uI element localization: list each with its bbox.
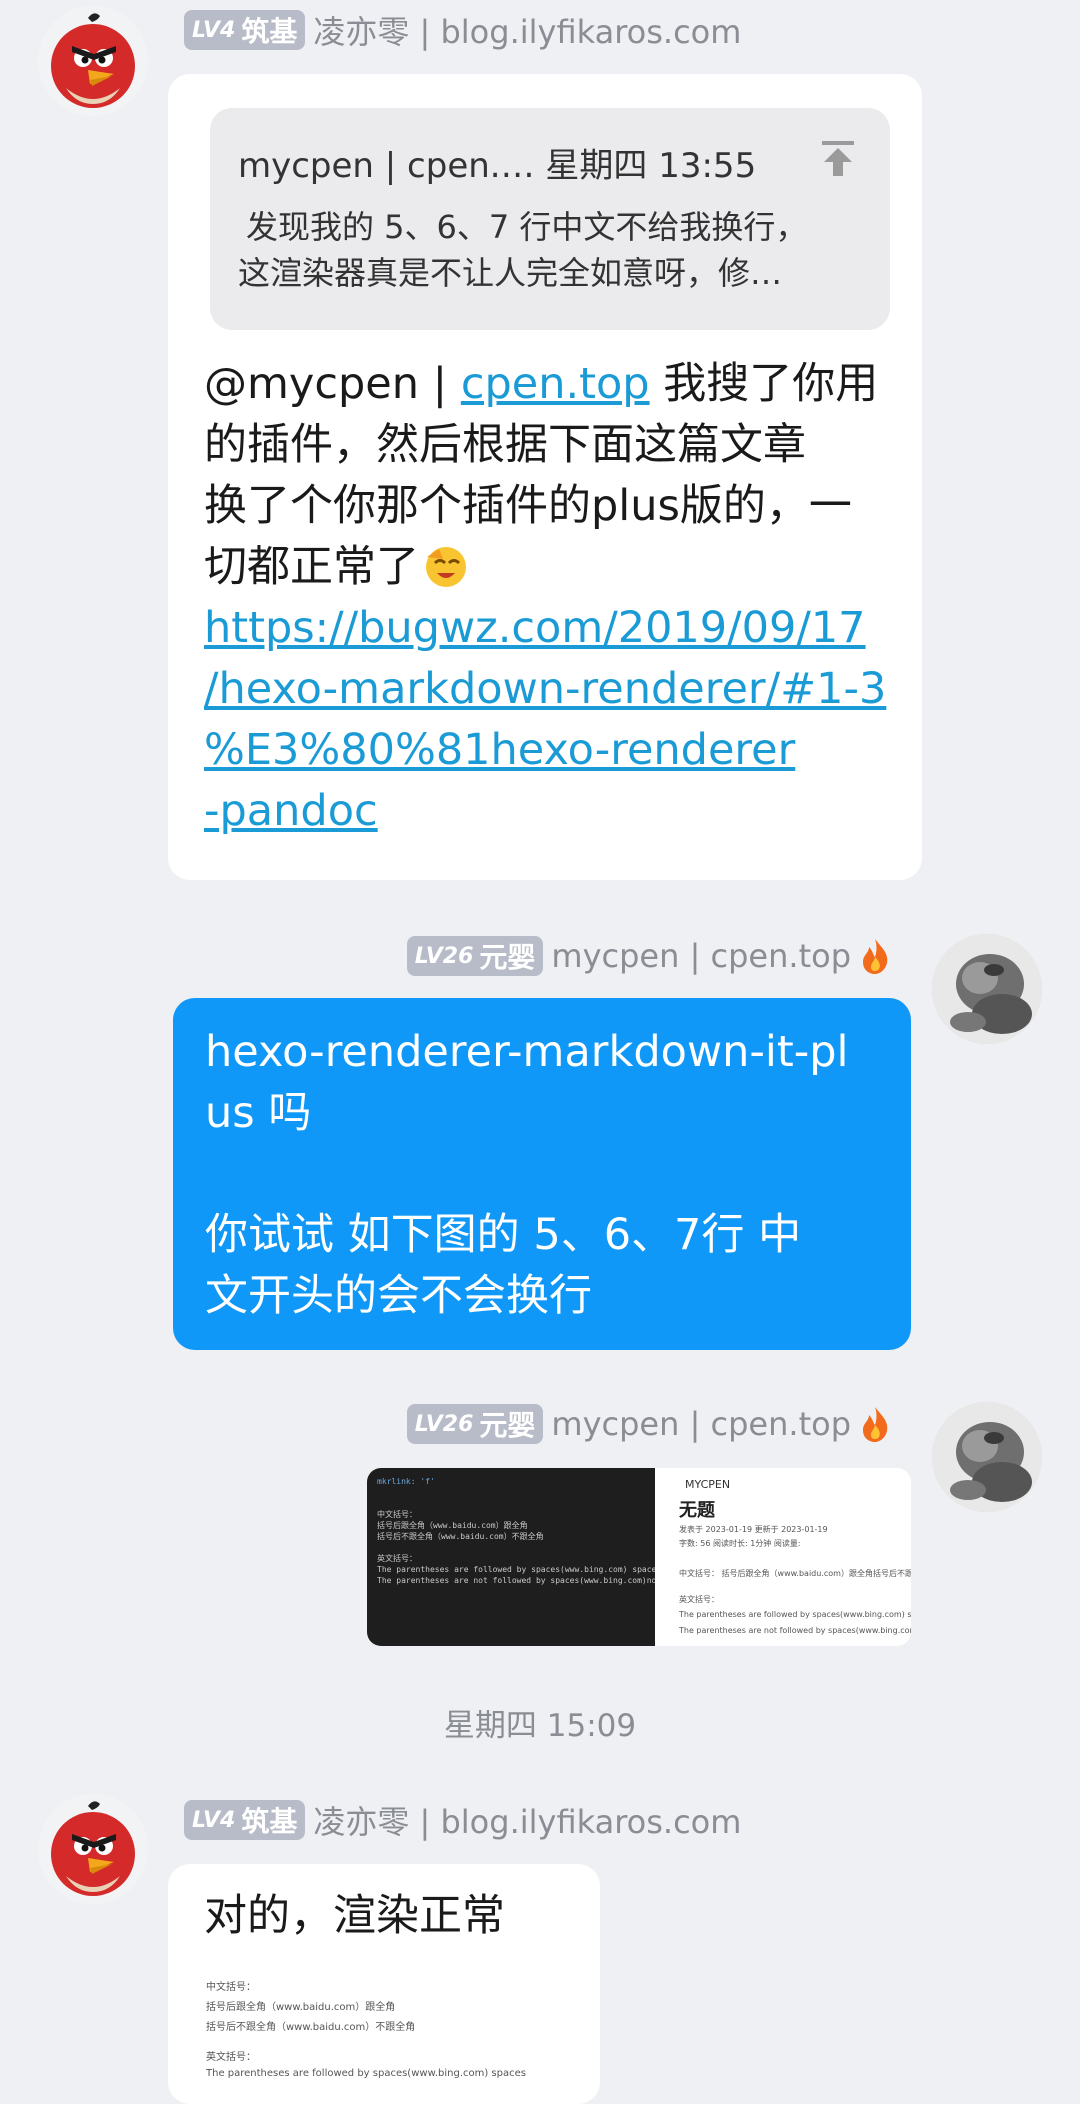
preview-title: 无题 xyxy=(679,1500,715,1521)
fire-icon xyxy=(863,939,888,974)
sender-info: LV4 筑基 凌亦零 | blog.ilyfikaros.com xyxy=(184,8,741,52)
image-line: 括号后跟全角（www.baidu.com）跟全角 xyxy=(206,2002,396,2013)
avatar[interactable] xyxy=(38,6,148,116)
level-badge: LV4 筑基 xyxy=(184,1800,306,1840)
avatar[interactable] xyxy=(932,1402,1042,1512)
preview-meta: 发表于 2023-01-19 更新于 2023-01-19 xyxy=(679,1525,828,1534)
level-badge: LV4 筑基 xyxy=(184,10,306,50)
emoji-icon xyxy=(426,547,466,587)
image-line: 中文括号： xyxy=(206,1982,256,1993)
text-line-3: 换了个你那个插件的plus版的，一 xyxy=(204,481,852,531)
url-line-1[interactable]: https://bugwz.com/2019/09/17 xyxy=(204,598,904,659)
sender-info: LV26 元婴 mycpen | cpen.top xyxy=(406,934,891,978)
image-attachment[interactable]: 中文括号： 括号后跟全角（www.baidu.com）跟全角 括号后不跟全角（w… xyxy=(194,1968,584,2104)
message-text: @mycpen | cpen.top 我搜了你用 的插件，然后根据下面这篇文章 … xyxy=(204,354,904,842)
message-bubble[interactable]: mycpen | cpen.… 星期四 13:55 发现我的 5、6、7 行中文… xyxy=(168,74,922,880)
image-line: 英文括号： xyxy=(206,2052,256,2063)
sender-name[interactable]: mycpen | cpen.top xyxy=(551,937,851,975)
code-line: 括号后不跟全角（www.baidu.com）不跟全角 xyxy=(377,1532,544,1541)
code-line: mkrlink: 'f' xyxy=(377,1477,435,1486)
text-segment: 我搜了你用 xyxy=(649,359,879,409)
level-badge: LV26 元婴 xyxy=(406,936,544,976)
preview-meta: 字数: 56 阅读时长: 1分钟 阅读量: xyxy=(679,1539,801,1548)
editor-screenshot: mkrlink: 'f' 中文括号： 括号后跟全角（www.baidu.com）… xyxy=(367,1468,655,1646)
mention[interactable]: @mycpen | xyxy=(204,359,461,409)
preview-brand: MYCPEN xyxy=(685,1478,731,1491)
url-line-3[interactable]: %E3%80%81hexo-renderer xyxy=(204,720,904,781)
level-text: LV4 xyxy=(192,1807,236,1833)
text-line-3: 你试试 如下图的 5、6、7行 中 xyxy=(205,1210,802,1260)
image-line: 括号后不跟全角（www.baidu.com）不跟全角 xyxy=(206,2022,416,2033)
angry-bird-icon xyxy=(38,6,148,116)
cat-photo-icon xyxy=(932,934,1042,1044)
code-line: 英文括号： xyxy=(377,1554,417,1563)
avatar[interactable] xyxy=(932,934,1042,1044)
level-title: 元婴 xyxy=(479,941,536,974)
code-line: The parentheses are followed by spaces(w… xyxy=(377,1565,655,1574)
code-block: mkrlink: 'f' 中文括号： 括号后跟全角（www.baidu.com）… xyxy=(377,1476,655,1586)
quote-header: mycpen | cpen.… 星期四 13:55 xyxy=(238,146,757,186)
text-line-4: 文开头的会不会换行 xyxy=(205,1271,592,1321)
level-text: LV26 xyxy=(414,943,474,969)
sender-name[interactable]: 凌亦零 | blog.ilyfikaros.com xyxy=(313,1797,741,1843)
quote-body-line-2: 这渲染器真是不让人完全如意呀，修… xyxy=(238,254,783,292)
url-line-2[interactable]: /hexo-markdown-renderer/#1-3 xyxy=(204,659,904,720)
angry-bird-icon xyxy=(38,1794,148,1904)
code-line: The parentheses are not followed by spac… xyxy=(377,1576,655,1585)
message-bubble[interactable]: 对的，渲染正常 中文括号： 括号后跟全角（www.baidu.com）跟全角 括… xyxy=(168,1864,600,2104)
code-line: 中文括号： xyxy=(377,1510,417,1519)
sender-info: LV26 元婴 mycpen | cpen.top xyxy=(406,1402,891,1446)
mention-link[interactable]: cpen.top xyxy=(461,359,650,409)
text-line-1: hexo-renderer-markdown-it-pl xyxy=(205,1027,849,1077)
quote-body-line-1: 发现我的 5、6、7 行中文不给我换行， xyxy=(246,208,808,246)
level-text: LV26 xyxy=(414,1411,474,1437)
code-line: 括号后跟全角（www.baidu.com）跟全角 xyxy=(377,1521,528,1530)
text-line-2: 的插件，然后根据下面这篇文章 xyxy=(204,420,806,470)
preview-line: The parentheses are not followed by spac… xyxy=(679,1626,911,1635)
scroll-to-top-icon[interactable] xyxy=(818,138,858,178)
preview-line: 中文括号： 括号后跟全角（www.baidu.com）跟全角括号后不跟 xyxy=(679,1569,911,1578)
image-line: The parentheses are followed by spaces(w… xyxy=(206,2068,526,2079)
image-message[interactable]: mkrlink: 'f' 中文括号： 括号后跟全角（www.baidu.com）… xyxy=(367,1468,911,1646)
message-text: hexo-renderer-markdown-it-pl us 吗 你试试 如下… xyxy=(205,1022,848,1327)
timestamp-divider: 星期四 15:09 xyxy=(443,1708,637,1744)
sender-info: LV4 筑基 凌亦零 | blog.ilyfikaros.com xyxy=(184,1798,741,1842)
level-title: 元婴 xyxy=(479,1409,536,1442)
message-text: 对的，渲染正常 xyxy=(204,1891,505,1941)
reply-quote[interactable]: mycpen | cpen.… 星期四 13:55 发现我的 5、6、7 行中文… xyxy=(210,108,890,330)
text-segment: 切都正常了 xyxy=(204,542,419,592)
level-badge: LV26 元婴 xyxy=(406,1404,544,1444)
level-title: 筑基 xyxy=(241,1805,298,1838)
cat-photo-icon xyxy=(932,1402,1042,1512)
url-line-4[interactable]: -pandoc xyxy=(204,781,904,842)
text-line-1: @mycpen | cpen.top 我搜了你用 xyxy=(204,354,904,415)
avatar[interactable] xyxy=(38,1794,148,1904)
text-line-4: 切都正常了 xyxy=(204,537,904,598)
preview-line: The parentheses are followed by spaces(w… xyxy=(679,1610,911,1619)
fire-icon xyxy=(863,1407,888,1442)
preview-line: 英文括号： xyxy=(679,1595,719,1604)
preview-screenshot: MYCPEN 无题 发表于 2023-01-19 更新于 2023-01-19 … xyxy=(655,1468,911,1646)
message-bubble[interactable]: hexo-renderer-markdown-it-pl us 吗 你试试 如下… xyxy=(173,998,911,1350)
level-text: LV4 xyxy=(192,17,236,43)
level-title: 筑基 xyxy=(241,15,298,48)
sender-name[interactable]: 凌亦零 | blog.ilyfikaros.com xyxy=(313,7,741,53)
sender-name[interactable]: mycpen | cpen.top xyxy=(551,1405,851,1443)
text-line-2: us 吗 xyxy=(205,1088,312,1138)
